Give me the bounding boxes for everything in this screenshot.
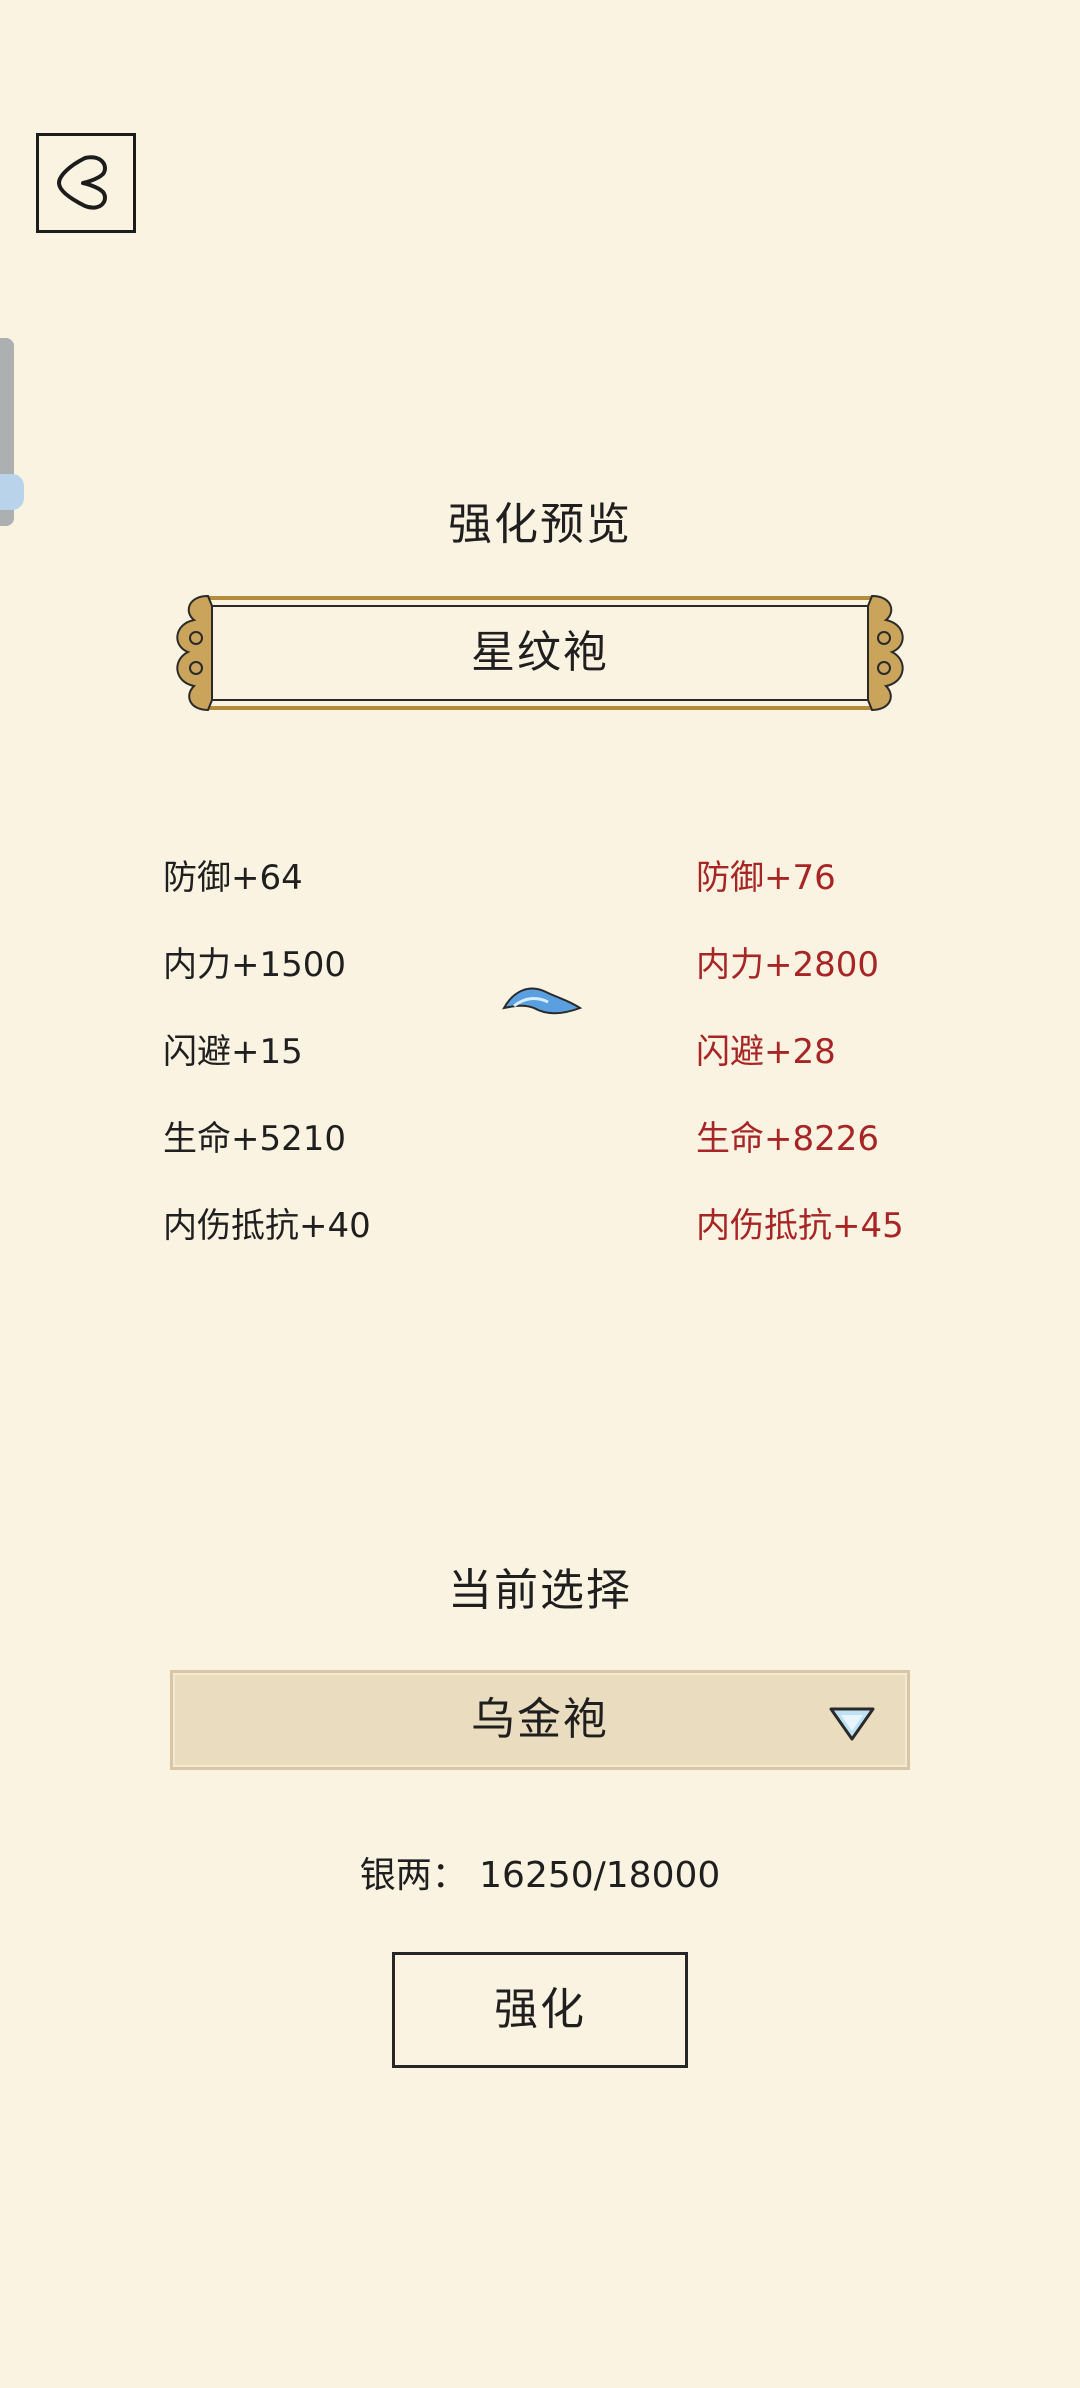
enhance-button-label: 强化 bbox=[494, 1984, 586, 2035]
stat-after-health: 生命+8226 bbox=[696, 1119, 880, 1159]
item-name-frame: 星纹袍 bbox=[168, 590, 912, 716]
enhance-button[interactable]: 强化 bbox=[392, 1952, 688, 2068]
current-selection-title: 当前选择 bbox=[448, 1565, 632, 1616]
stat-after-internal-resist: 内伤抵抗+45 bbox=[696, 1206, 904, 1246]
right-arrow-icon bbox=[500, 978, 584, 1020]
stat-before-internal-resist: 内伤抵抗+40 bbox=[163, 1206, 371, 1246]
stat-before-health: 生命+5210 bbox=[163, 1119, 347, 1159]
stat-before-defense: 防御+64 bbox=[163, 858, 303, 898]
stat-after-defense: 防御+76 bbox=[696, 858, 836, 898]
item-name: 星纹袍 bbox=[471, 627, 609, 678]
back-button[interactable] bbox=[36, 133, 136, 233]
preview-title: 强化预览 bbox=[448, 499, 632, 550]
back-arrow-icon bbox=[57, 155, 107, 210]
stat-after-dodge: 闪避+28 bbox=[696, 1032, 836, 1072]
chevron-down-icon[interactable] bbox=[827, 1703, 877, 1743]
item-select-dropdown[interactable]: 乌金袍 bbox=[170, 1670, 910, 1770]
selected-item-label: 乌金袍 bbox=[471, 1694, 609, 1745]
silver-balance: 银两： 16250/18000 bbox=[359, 1855, 721, 1896]
stat-before-dodge: 闪避+15 bbox=[163, 1032, 303, 1072]
stat-after-inner-power: 内力+2800 bbox=[696, 945, 880, 985]
stat-before-inner-power: 内力+1500 bbox=[163, 945, 347, 985]
